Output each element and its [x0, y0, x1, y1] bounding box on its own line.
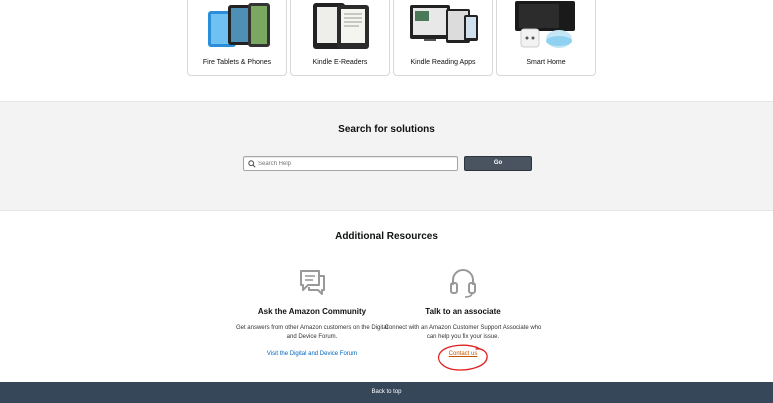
tile-kindle-ereaders[interactable]: Kindle E-Readers	[290, 0, 390, 76]
search-box[interactable]	[243, 156, 458, 171]
smart-home-image	[515, 1, 575, 48]
visit-forum-link[interactable]: Visit the Digital and Device Forum	[267, 351, 357, 357]
kindle-ereader-image	[313, 3, 369, 49]
back-to-top-button[interactable]: Back to top	[0, 382, 773, 403]
chat-bubbles-icon	[300, 270, 325, 295]
associate-description: Connect with an Amazon Customer Support …	[384, 325, 542, 340]
tile-fire-tablets[interactable]: Fire Tablets & Phones	[187, 0, 287, 76]
go-button[interactable]: Go	[464, 156, 532, 171]
associate-column: Talk to an associate Connect with an Ama…	[383, 265, 543, 360]
search-section: Search for solutions Go	[0, 101, 773, 211]
tile-label: Smart Home	[526, 59, 566, 66]
tile-kindle-reading-apps[interactable]: Kindle Reading Apps	[393, 0, 493, 76]
headset-icon	[450, 269, 476, 298]
device-tiles: Fire Tablets & Phones Kindle E-Readers K…	[0, 0, 773, 100]
community-description: Get answers from other Amazon customers …	[235, 325, 389, 340]
search-title: Search for solutions	[338, 124, 435, 135]
tile-label: Kindle E-Readers	[312, 59, 368, 66]
tile-smart-home[interactable]: Smart Home	[496, 0, 596, 76]
contact-us-link[interactable]: Contact us	[449, 351, 478, 357]
tile-label: Fire Tablets & Phones	[202, 59, 272, 66]
fire-tablets-image	[208, 3, 270, 47]
community-column: Ask the Amazon Community Get answers fro…	[232, 265, 392, 360]
search-input[interactable]	[258, 157, 453, 170]
search-icon	[248, 160, 256, 168]
community-heading: Ask the Amazon Community	[257, 307, 367, 316]
associate-heading: Talk to an associate	[425, 307, 501, 316]
additional-resources-title: Additional Resources	[335, 231, 438, 242]
tile-label: Kindle Reading Apps	[410, 59, 476, 66]
kindle-apps-image	[410, 5, 478, 43]
